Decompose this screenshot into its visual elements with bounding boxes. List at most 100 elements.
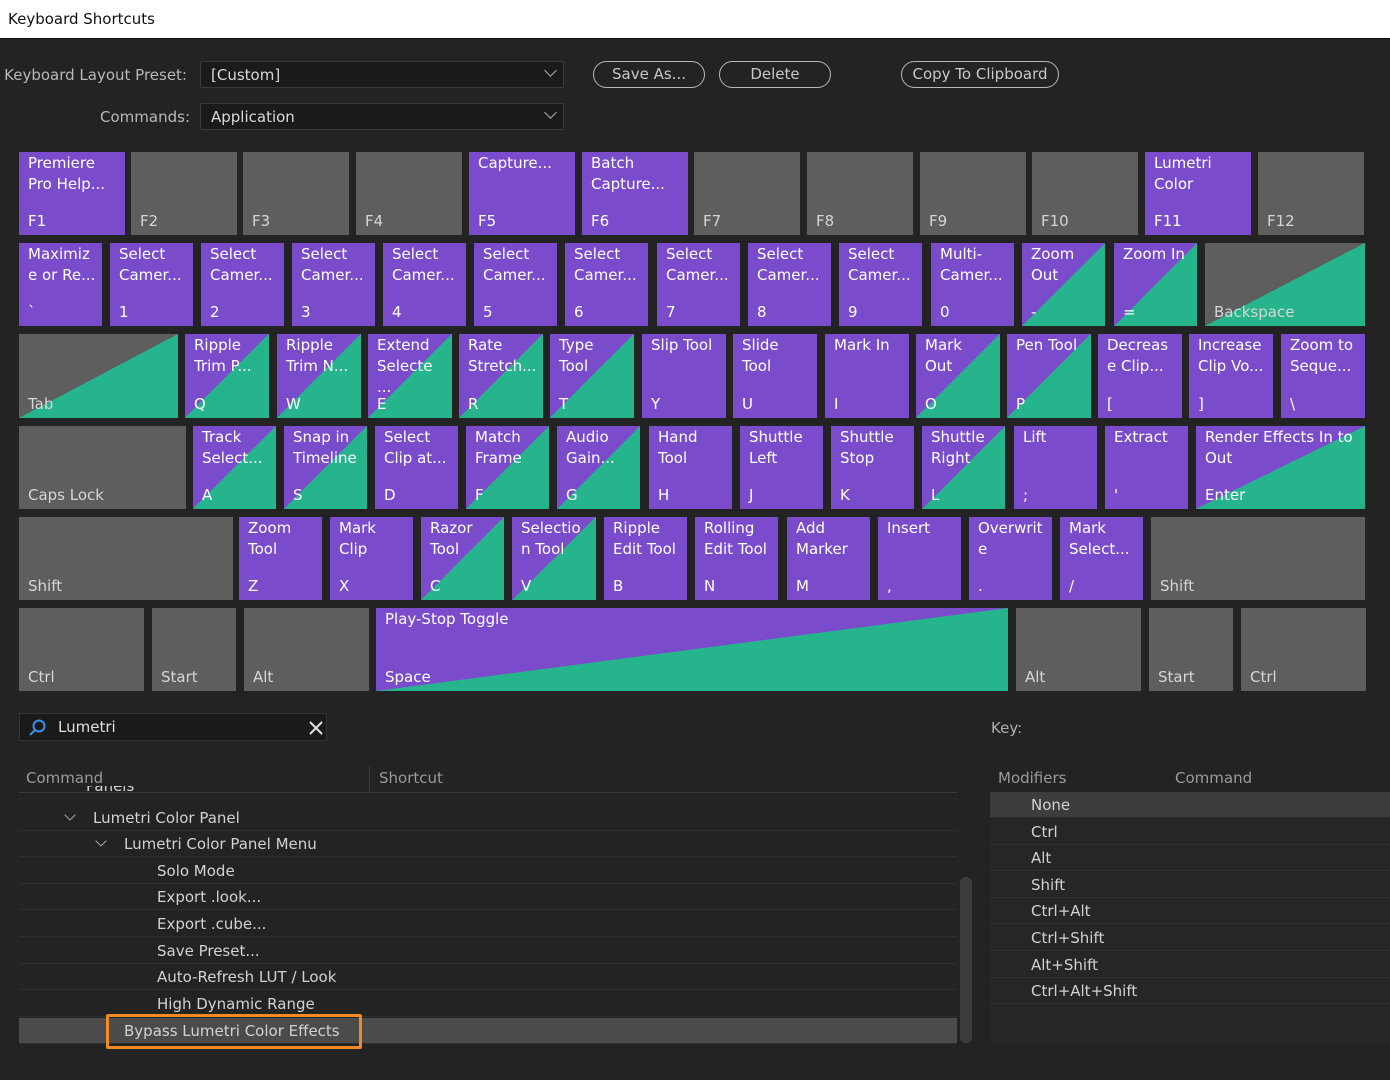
key-f10[interactable]: F10 (1032, 152, 1138, 235)
key-2[interactable]: Select Camer... 2 (201, 243, 284, 326)
key-4[interactable]: Select Camer... 4 (383, 243, 466, 326)
key-n[interactable]: Rolling Edit Tool N (695, 517, 778, 600)
chevron-down-icon[interactable] (95, 835, 107, 847)
key-f8[interactable]: F8 (807, 152, 913, 235)
key-0[interactable]: Multi- Camer... 0 (931, 243, 1014, 326)
modifier-row[interactable]: Alt (990, 845, 1390, 872)
key--[interactable]: Zoom In = (1114, 243, 1197, 326)
key-s[interactable]: Snap in Timeline S (284, 426, 367, 509)
key-a[interactable]: Track Select... A (193, 426, 276, 509)
copy-to-clipboard-button[interactable]: Copy To Clipboard (901, 61, 1059, 88)
key-f5[interactable]: Capture... F5 (469, 152, 575, 235)
search-input[interactable]: Lumetri (58, 718, 116, 736)
modifier-row[interactable]: Ctrl+Alt (990, 898, 1390, 925)
key-7[interactable]: Select Camer... 7 (657, 243, 740, 326)
key-f12[interactable]: F12 (1258, 152, 1364, 235)
tree-row[interactable]: Export .cube... (19, 911, 957, 937)
key-5[interactable]: Select Camer... 5 (474, 243, 557, 326)
key-caps-lock[interactable]: Caps Lock (19, 426, 186, 509)
key-shift[interactable]: Shift (1151, 517, 1365, 600)
key-p[interactable]: Pen Tool P (1007, 334, 1091, 418)
key-space[interactable]: Play-Stop Toggle Space (376, 608, 1008, 691)
key-start[interactable]: Start (152, 608, 236, 691)
key-x[interactable]: Mark Clip X (330, 517, 413, 600)
key-f11[interactable]: Lumetri Color F11 (1145, 152, 1251, 235)
key--[interactable]: Extract ' (1105, 426, 1188, 509)
key-backspace[interactable]: Backspace (1205, 243, 1365, 326)
chevron-down-icon[interactable] (64, 809, 76, 821)
commands-dropdown[interactable]: Application (200, 103, 564, 130)
key-e[interactable]: Extend Selecte ... E (368, 334, 452, 418)
tree-row[interactable]: Export .look... (19, 884, 957, 910)
key-ctrl[interactable]: Ctrl (1241, 608, 1366, 691)
key-c[interactable]: Razor Tool C (421, 517, 504, 600)
tree-row[interactable]: Lumetri Color Panel Menu (19, 831, 957, 857)
key-f7[interactable]: F7 (694, 152, 800, 235)
key-f4[interactable]: F4 (356, 152, 462, 235)
key-t[interactable]: Type Tool T (550, 334, 634, 418)
preset-dropdown[interactable]: [Custom] (200, 61, 564, 88)
modifier-row[interactable]: Ctrl+Shift (990, 925, 1390, 951)
key-enter[interactable]: Render Effects In to Out Enter (1196, 426, 1365, 509)
modifier-row[interactable]: None (990, 792, 1390, 818)
modifier-row[interactable]: Alt+Shift (990, 952, 1390, 978)
key--[interactable]: Decreas e Clip... [ (1098, 334, 1182, 418)
key-start[interactable]: Start (1149, 608, 1233, 691)
key-i[interactable]: Mark In I (825, 334, 909, 418)
key-f3[interactable]: F3 (243, 152, 349, 235)
modifier-row[interactable]: Ctrl (990, 819, 1390, 845)
tree-row[interactable]: Lumetri Color Panel (19, 805, 957, 831)
key--[interactable]: Insert, (878, 517, 961, 600)
key-f[interactable]: Match Frame F (466, 426, 549, 509)
key-u[interactable]: Slide Tool U (733, 334, 817, 418)
key-f1[interactable]: Premiere Pro Help... F1 (19, 152, 125, 235)
key-9[interactable]: Select Camer... 9 (839, 243, 922, 326)
key-8[interactable]: Select Camer... 8 (748, 243, 831, 326)
key-tab[interactable]: Tab (19, 334, 178, 418)
key--[interactable]: Maximiz e or Re... ` (19, 243, 102, 326)
key--[interactable]: Zoom Out - (1022, 243, 1105, 326)
search-field[interactable]: Lumetri (19, 713, 327, 741)
key--[interactable]: Increase Clip Vo...] (1189, 334, 1273, 418)
key-j[interactable]: Shuttle Left J (740, 426, 823, 509)
key-o[interactable]: Mark Out O (916, 334, 1000, 418)
delete-button[interactable]: Delete (719, 61, 831, 88)
key--[interactable]: Lift; (1014, 426, 1097, 509)
list-scrollbar[interactable] (960, 877, 972, 1043)
key-l[interactable]: Shuttle Right L (922, 426, 1005, 509)
key-shift[interactable]: Shift (19, 517, 233, 600)
key-f9[interactable]: F9 (920, 152, 1026, 235)
key-f2[interactable]: F2 (131, 152, 237, 235)
key-b[interactable]: Ripple Edit Tool B (604, 517, 687, 600)
key-alt[interactable]: Alt (244, 608, 369, 691)
modifier-row[interactable]: Shift (990, 872, 1390, 898)
key-k[interactable]: Shuttle Stop K (831, 426, 914, 509)
key-y[interactable]: Slip Tool Y (642, 334, 726, 418)
key-f6[interactable]: Batch Capture... F6 (582, 152, 688, 235)
column-header-key-command[interactable]: Command (1175, 769, 1252, 787)
column-header-shortcut[interactable]: Shortcut (379, 769, 443, 787)
key-m[interactable]: Add Marker M (787, 517, 870, 600)
key-r[interactable]: Rate Stretch... R (459, 334, 543, 418)
tree-row[interactable]: Auto-Refresh LUT / Look (19, 964, 957, 990)
tree-row[interactable]: Panels (19, 786, 957, 799)
key-w[interactable]: Ripple Trim N... W (277, 334, 361, 418)
key-ctrl[interactable]: Ctrl (19, 608, 144, 691)
key-alt[interactable]: Alt (1016, 608, 1141, 691)
key--[interactable]: Zoom to Seque... \ (1281, 334, 1365, 418)
key-v[interactable]: Selectio n Tool V (512, 517, 596, 600)
column-header-modifiers[interactable]: Modifiers (998, 769, 1066, 787)
save-as-button[interactable]: Save As... (593, 61, 705, 88)
key-d[interactable]: Select Clip at... D (375, 426, 458, 509)
key--[interactable]: Overwrit e. (969, 517, 1052, 600)
tree-row[interactable]: Save Preset... (19, 938, 957, 964)
key-q[interactable]: Ripple Trim P... Q (185, 334, 269, 418)
key-z[interactable]: Zoom Tool Z (239, 517, 322, 600)
key-1[interactable]: Select Camer... 1 (110, 243, 193, 326)
column-header-command[interactable]: Command (26, 769, 103, 787)
key-g[interactable]: Audio Gain... G (557, 426, 640, 509)
key-6[interactable]: Select Camer... 6 (565, 243, 648, 326)
modifier-row[interactable]: Ctrl+Alt+Shift (990, 978, 1390, 1005)
tree-row[interactable]: Solo Mode (19, 858, 957, 884)
clear-icon[interactable] (309, 721, 323, 735)
